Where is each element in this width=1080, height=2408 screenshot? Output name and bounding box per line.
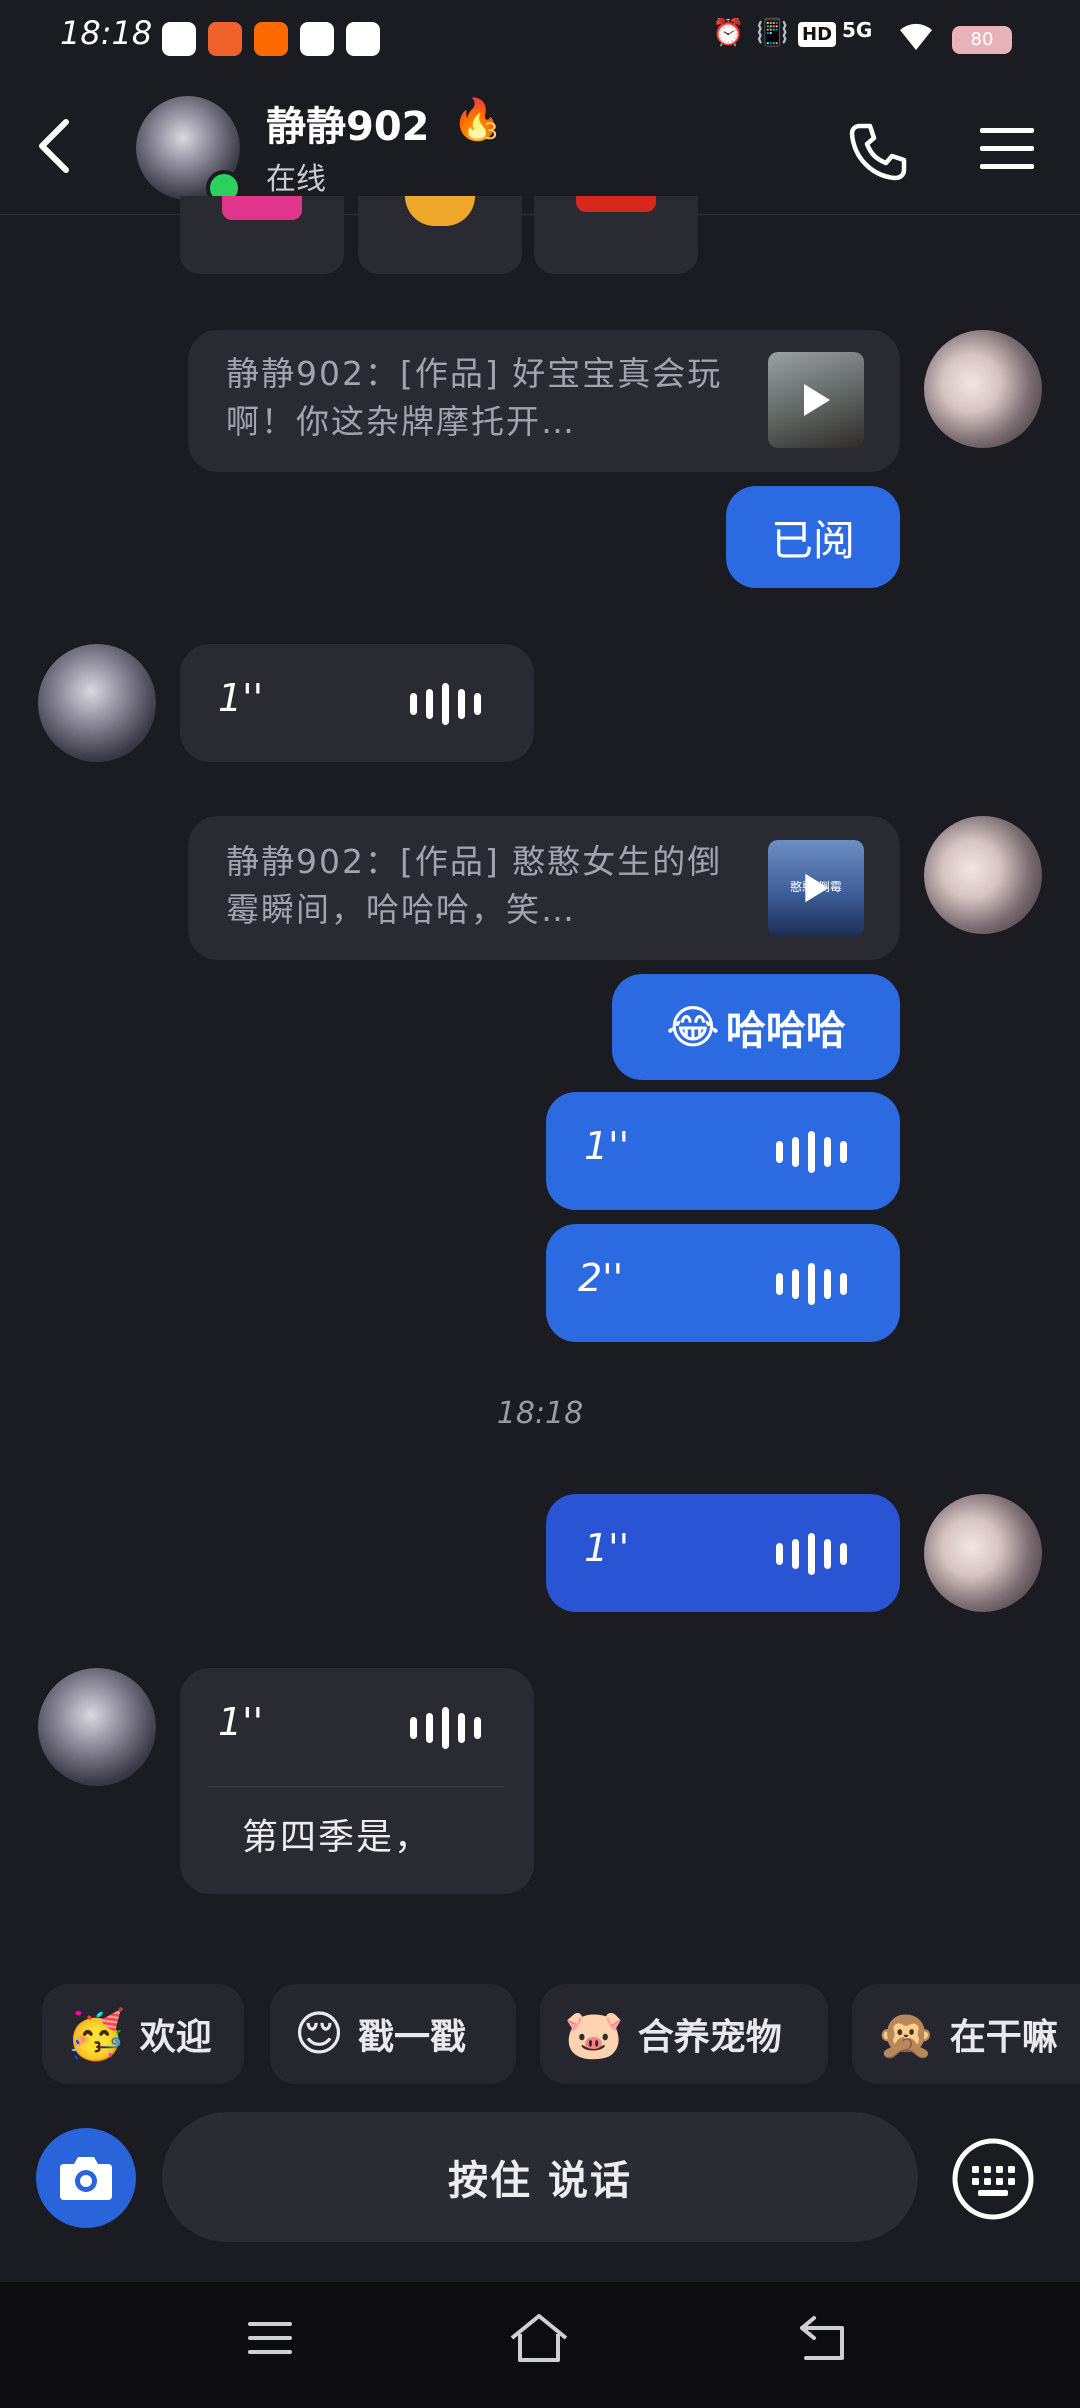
voice-message-with-transcript[interactable]: 1'' 第四季是， [180, 1668, 534, 1894]
back-button[interactable] [28, 116, 88, 176]
timestamp-divider: 18:18 [496, 1396, 584, 1431]
app-notification-icon [346, 22, 380, 56]
camera-icon [60, 2157, 112, 2200]
shared-video-caption: 静静902：[作品] 好宝宝真会玩啊！你这杂牌摩托开… [226, 354, 723, 441]
quick-reply-label: 戳一戳 [358, 2017, 467, 2058]
pet-icon: 🐷 [564, 2006, 624, 2063]
play-icon [805, 873, 829, 903]
back-icon [800, 2316, 844, 2360]
voice-wave-icon [776, 1532, 847, 1576]
voice-wave-icon [410, 682, 481, 726]
voice-duration: 1'' [218, 676, 264, 720]
quick-reply-label: 合养宠物 [637, 2017, 782, 2058]
voice-duration: 1'' [584, 1526, 630, 1570]
video-app-icon [300, 22, 334, 56]
voice-message[interactable]: 1'' [546, 1092, 900, 1210]
quick-reply-whatsup[interactable]: 🙊 在干嘛 [852, 1984, 1080, 2084]
sticker-tile[interactable] [358, 196, 522, 274]
monkey-icon: 🙊 [876, 2006, 936, 2063]
chat-header: 静静902 🔥3 在线 [0, 80, 1080, 215]
hamburger-icon [980, 128, 1034, 169]
voice-message[interactable]: 1'' [546, 1494, 900, 1612]
recent-apps-button[interactable] [246, 2316, 294, 2364]
wifi-icon [896, 18, 936, 59]
voice-duration: 1'' [584, 1124, 630, 1168]
text-message[interactable]: 已阅 [726, 486, 900, 588]
divider [210, 1786, 504, 1787]
alarm-icon: ⏰ [712, 18, 745, 48]
quick-reply-label: 在干嘛 [949, 2017, 1058, 2058]
my-avatar[interactable] [924, 1494, 1042, 1612]
contact-name[interactable]: 静静902 [266, 94, 430, 152]
status-time: 18:18 [60, 14, 153, 52]
play-icon [804, 384, 830, 416]
laughing-emoji-icon: 😂 [666, 1000, 720, 1054]
system-navigation-bar [0, 2282, 1080, 2408]
app-notification-icon [208, 22, 242, 56]
sticker-tile[interactable] [180, 196, 344, 274]
call-button[interactable] [846, 120, 908, 182]
chevron-left-icon [39, 119, 69, 173]
voice-wave-icon [776, 1262, 847, 1306]
hd-icon: HD [798, 22, 837, 47]
presence-status: 在线 [266, 162, 326, 197]
status-bar: 18:18 ⏰ 📳 HD 5G 80 [0, 0, 1080, 80]
contact-message-avatar[interactable] [38, 644, 156, 762]
voice-message[interactable]: 1'' [180, 644, 534, 762]
battery-icon: 80 [952, 26, 1012, 54]
message-text: 哈哈哈 [725, 1008, 846, 1054]
vibrate-icon: 📳 [756, 18, 789, 48]
voice-message[interactable]: 2'' [546, 1224, 900, 1342]
shared-video-card[interactable]: 静静902：[作品] 好宝宝真会玩啊！你这杂牌摩托开… [188, 330, 900, 472]
quick-reply-label: 欢迎 [139, 2017, 212, 2058]
home-button[interactable] [508, 2312, 570, 2368]
camera-button[interactable] [36, 2128, 136, 2228]
quick-reply-welcome[interactable]: 🥳 欢迎 [42, 1984, 244, 2084]
poke-face-icon: 😌 [294, 2006, 345, 2062]
voice-wave-icon [776, 1130, 847, 1174]
streak-count: 3 [483, 120, 498, 145]
party-face-icon: 🥳 [66, 2006, 126, 2063]
video-thumbnail [768, 352, 864, 448]
text-message[interactable]: 😂 哈哈哈 [612, 974, 900, 1080]
app-notification-icon [162, 22, 196, 56]
keyboard-toggle-button[interactable] [950, 2136, 1036, 2222]
sticker-tile[interactable] [534, 196, 698, 274]
back-nav-button[interactable] [798, 2314, 850, 2366]
voice-transcript: 第四季是， [242, 1817, 433, 1858]
voice-duration: 1'' [218, 1700, 264, 1744]
message-text: 已阅 [770, 515, 855, 565]
shared-video-caption: 静静902：[作品] 憨憨女生的倒霉瞬间，哈哈哈，笑… [226, 842, 723, 929]
quick-reply-poke[interactable]: 😌 戳一戳 [270, 1984, 516, 2084]
video-thumbnail: 憨憨 倒霉 [768, 840, 864, 936]
app-notification-icon [254, 22, 288, 56]
my-avatar[interactable] [924, 816, 1042, 934]
voice-wave-icon [410, 1706, 481, 1750]
keyboard-icon [952, 2138, 1034, 2220]
more-menu-button[interactable] [978, 124, 1036, 174]
quick-reply-pet[interactable]: 🐷 合养宠物 [540, 1984, 828, 2084]
phone-icon [849, 123, 907, 181]
voice-duration: 2'' [578, 1256, 624, 1300]
menu-icon [248, 2322, 292, 2354]
hold-to-talk-button[interactable]: 按住 说话 [162, 2112, 918, 2242]
shared-video-card[interactable]: 静静902：[作品] 憨憨女生的倒霉瞬间，哈哈哈，笑… 憨憨 倒霉 [188, 816, 900, 960]
streak-flame-icon: 🔥3 [452, 97, 502, 145]
my-avatar[interactable] [924, 330, 1042, 448]
contact-message-avatar[interactable] [38, 1668, 156, 1786]
signal-icon: 5G [842, 18, 873, 42]
home-icon [510, 2314, 568, 2362]
